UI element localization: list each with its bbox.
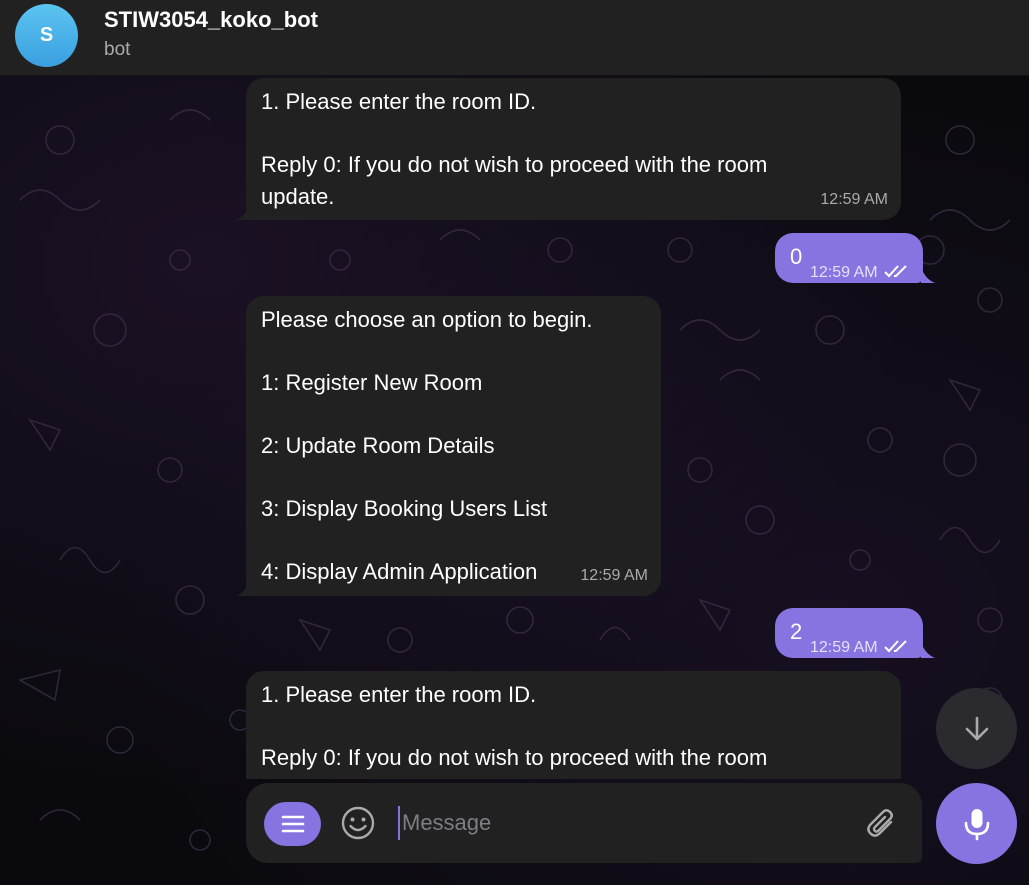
bubble-tail: [236, 580, 250, 596]
message-time-text: 12:59 AM: [810, 264, 878, 281]
scroll-down-button[interactable]: [936, 688, 1017, 769]
chat-title[interactable]: STIW3054_koko_bot: [104, 7, 318, 33]
message-text: 1. Please enter the room ID. Reply 0: If…: [261, 682, 768, 770]
message-bubble[interactable]: 1. Please enter the room ID. Reply 0: If…: [246, 78, 901, 220]
message-text: Please choose an option to begin. 1: Reg…: [261, 307, 593, 584]
message-bubble[interactable]: Please choose an option to begin. 1: Reg…: [246, 296, 661, 596]
message-bubble[interactable]: 0 12:59 AM: [775, 233, 923, 283]
message-time: 12:59 AM: [580, 566, 648, 584]
emoji-button[interactable]: [339, 804, 377, 842]
bot-menu-button[interactable]: [264, 802, 321, 846]
microphone-icon: [964, 808, 989, 840]
arrow-down-icon: [965, 716, 988, 740]
double-check-icon: [884, 265, 907, 278]
double-check-icon: [884, 640, 907, 653]
avatar[interactable]: S: [15, 4, 78, 67]
bubble-tail: [921, 267, 935, 283]
paperclip-icon: [867, 809, 893, 837]
message-time: 12:59 AM: [810, 632, 910, 664]
message-time: 12:59 AM: [820, 190, 888, 208]
message-time: 12:59 AM: [810, 257, 910, 289]
message-bubble[interactable]: 1. Please enter the room ID. Reply 0: If…: [246, 671, 901, 779]
message-time-text: 12:59 AM: [810, 639, 878, 656]
menu-icon: [281, 815, 304, 833]
message-input[interactable]: Message: [398, 806, 838, 840]
chat-subtitle: bot: [104, 39, 131, 60]
avatar-letter: S: [39, 24, 54, 46]
bubble-tail: [236, 204, 250, 220]
chat-header[interactable]: S STIW3054_koko_bot bot: [0, 0, 1029, 76]
message-bubble[interactable]: 2 12:59 AM: [775, 608, 923, 658]
voice-record-button[interactable]: [936, 783, 1017, 864]
message-text: 1. Please enter the room ID. Reply 0: If…: [261, 89, 768, 209]
smile-icon: [341, 806, 375, 840]
bubble-tail: [921, 642, 935, 658]
attach-button[interactable]: [864, 806, 900, 842]
